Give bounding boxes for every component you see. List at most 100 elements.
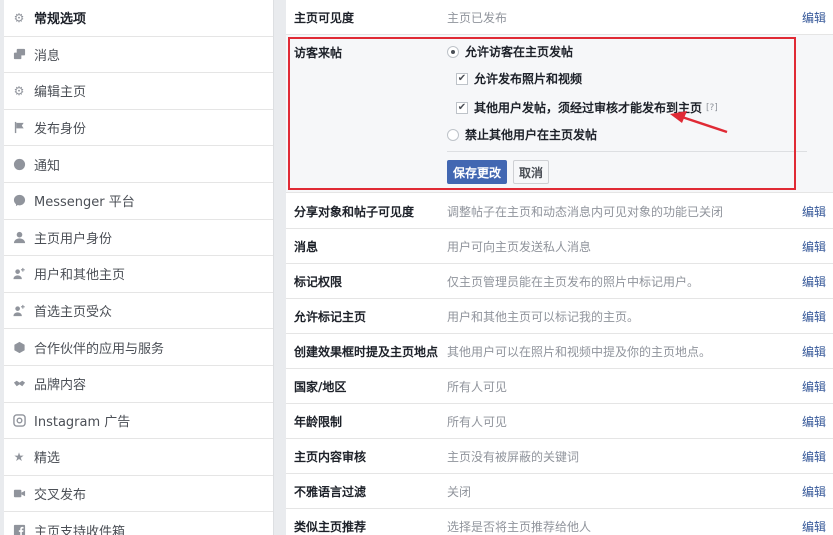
sidebar-item-support-inbox[interactable]: 主页支持收件箱 bbox=[4, 512, 273, 535]
people-icon bbox=[12, 267, 26, 281]
chat-icon bbox=[12, 47, 26, 61]
edit-link[interactable]: 编辑 bbox=[802, 203, 826, 220]
facebook-icon bbox=[12, 523, 26, 535]
sidebar-item-label: Instagram 广告 bbox=[34, 414, 131, 430]
person-icon bbox=[12, 230, 26, 244]
edit-link[interactable]: 编辑 bbox=[802, 448, 826, 465]
setting-row: 消息 用户可向主页发送私人消息 编辑 bbox=[286, 229, 833, 264]
review-posts-checkbox[interactable]: ✔ bbox=[456, 101, 468, 114]
sidebar-item-label: 发布身份 bbox=[34, 122, 87, 138]
help-icon[interactable]: [?] bbox=[706, 103, 718, 113]
edit-link[interactable]: 编辑 bbox=[802, 413, 826, 430]
option-label: 禁止其他用户在主页发帖 bbox=[465, 128, 598, 142]
flag-icon bbox=[12, 121, 26, 135]
setting-label: 访客来帖 bbox=[294, 46, 343, 60]
setting-row: 允许标记主页 用户和其他主页可以标记我的主页。 编辑 bbox=[286, 299, 833, 334]
edit-link[interactable]: 编辑 bbox=[802, 9, 826, 26]
setting-desc: 其他用户可以在照片和视频中提及你的主页地点。 bbox=[447, 344, 712, 359]
sidebar-item-instagram-ads[interactable]: Instagram 广告 bbox=[4, 403, 273, 440]
setting-label: 国家/地区 bbox=[294, 379, 347, 394]
disable-visitor-posts-option[interactable]: 禁止其他用户在主页发帖 bbox=[447, 126, 597, 143]
setting-row: 不雅语言过滤 关闭 编辑 bbox=[286, 474, 833, 509]
option-label: 其他用户发帖，须经过审核才能发布到主页 bbox=[474, 101, 703, 115]
sidebar-item-label: 常规选项 bbox=[34, 12, 87, 28]
sidebar-item-label: Messenger 平台 bbox=[34, 195, 135, 211]
sidebar-item-messenger[interactable]: Messenger 平台 bbox=[4, 183, 273, 220]
sidebar-item-label: 交叉发布 bbox=[34, 488, 87, 504]
setting-desc: 选择是否将主页推荐给他人 bbox=[447, 520, 592, 534]
setting-desc: 关闭 bbox=[447, 484, 472, 499]
setting-row: 类似主页推荐 选择是否将主页推荐给他人 编辑 bbox=[286, 509, 833, 535]
sidebar-item-branded-content[interactable]: 品牌内容 bbox=[4, 366, 273, 403]
sidebar-item-label: 精选 bbox=[34, 451, 61, 467]
setting-label: 分享对象和帖子可见度 bbox=[294, 204, 415, 219]
option-label: 允许发布照片和视频 bbox=[474, 72, 583, 86]
setting-row: 分享对象和帖子可见度 调整帖子在主页和动态消息内可见对象的功能已关闭 编辑 bbox=[286, 194, 833, 229]
video-icon bbox=[12, 487, 26, 501]
setting-label: 不雅语言过滤 bbox=[294, 484, 367, 499]
setting-label: 标记权限 bbox=[294, 274, 343, 289]
edit-link[interactable]: 编辑 bbox=[802, 238, 826, 255]
people-icon bbox=[12, 304, 26, 318]
setting-desc: 调整帖子在主页和动态消息内可见对象的功能已关闭 bbox=[447, 204, 724, 219]
allow-photos-videos-checkbox[interactable]: ✔ bbox=[456, 72, 468, 85]
setting-desc: 所有人可见 bbox=[447, 414, 508, 429]
setting-row: 标记权限 仅主页管理员能在主页发布的照片中标记用户。 编辑 bbox=[286, 264, 833, 299]
edit-link[interactable]: 编辑 bbox=[802, 273, 826, 290]
sidebar-item-crossposting[interactable]: 交叉发布 bbox=[4, 476, 273, 513]
sidebar-item-label: 品牌内容 bbox=[34, 378, 87, 394]
setting-row: 国家/地区 所有人可见 编辑 bbox=[286, 369, 833, 404]
sidebar-item-page-roles[interactable]: 主页用户身份 bbox=[4, 220, 273, 257]
cube-icon bbox=[12, 340, 26, 354]
divider bbox=[447, 151, 807, 152]
edit-link[interactable]: 编辑 bbox=[802, 308, 826, 325]
sidebar-item-people-pages[interactable]: 用户和其他主页 bbox=[4, 256, 273, 293]
edit-link[interactable]: 编辑 bbox=[802, 378, 826, 395]
sidebar-item-messages[interactable]: 消息 bbox=[4, 37, 273, 74]
sidebar-item-label: 消息 bbox=[34, 48, 61, 64]
edit-link[interactable]: 编辑 bbox=[802, 483, 826, 500]
star-icon: ★ bbox=[13, 449, 25, 464]
sidebar-item-label: 主页支持收件箱 bbox=[34, 524, 126, 535]
edit-link[interactable]: 编辑 bbox=[802, 518, 826, 535]
sidebar-item-partner-apps[interactable]: 合作伙伴的应用与服务 bbox=[4, 329, 273, 366]
sidebar-item-label: 通知 bbox=[34, 158, 61, 174]
sidebar-item-featured[interactable]: ★ 精选 bbox=[4, 439, 273, 476]
disable-visitor-posts-radio[interactable] bbox=[447, 128, 459, 141]
setting-row-page-visibility: 主页可见度 主页已发布 编辑 bbox=[286, 0, 833, 35]
option-label: 允许访客在主页发帖 bbox=[465, 45, 574, 59]
sidebar-item-publish-identity[interactable]: 发布身份 bbox=[4, 110, 273, 147]
sidebar-item-edit-page[interactable]: ⚙ 编辑主页 bbox=[4, 73, 273, 110]
gear-icon: ⚙ bbox=[13, 10, 25, 25]
setting-label: 允许标记主页 bbox=[294, 309, 367, 324]
handshake-icon bbox=[12, 377, 26, 391]
sidebar: ⚙ 常规选项 消息 ⚙ 编辑主页 发布身份 通知 Messenger 平台 主页… bbox=[4, 0, 274, 535]
review-posts-option[interactable]: ✔ 其他用户发帖，须经过审核才能发布到主页 [?] bbox=[456, 99, 718, 116]
cancel-button[interactable]: 取消 bbox=[513, 160, 549, 184]
setting-label: 年龄限制 bbox=[294, 414, 343, 429]
setting-desc: 仅主页管理员能在主页发布的照片中标记用户。 bbox=[447, 274, 700, 289]
setting-desc: 主页已发布 bbox=[447, 10, 508, 25]
sidebar-item-preferred-audience[interactable]: 首选主页受众 bbox=[4, 293, 273, 330]
setting-row: 主页内容审核 主页没有被屏蔽的关键词 编辑 bbox=[286, 439, 833, 474]
setting-row: 创建效果框时提及主页地点 其他用户可以在照片和视频中提及你的主页地点。 编辑 bbox=[286, 334, 833, 369]
allow-photos-videos-option[interactable]: ✔ 允许发布照片和视频 bbox=[456, 70, 582, 87]
sidebar-item-label: 合作伙伴的应用与服务 bbox=[34, 341, 165, 357]
sidebar-item-notifications[interactable]: 通知 bbox=[4, 146, 273, 183]
save-changes-button[interactable]: 保存更改 bbox=[447, 160, 507, 184]
visitor-posts-section: 访客来帖 允许访客在主页发帖 ✔ 允许发布照片和视频 ✔ 其他用户发帖，须经过审… bbox=[286, 35, 833, 193]
edit-link[interactable]: 编辑 bbox=[802, 343, 826, 360]
allow-visitor-posts-radio[interactable] bbox=[447, 45, 459, 58]
sidebar-item-label: 用户和其他主页 bbox=[34, 268, 126, 284]
setting-row: 年龄限制 所有人可见 编辑 bbox=[286, 404, 833, 439]
sidebar-item-label: 主页用户身份 bbox=[34, 231, 113, 247]
setting-desc: 所有人可见 bbox=[447, 379, 508, 394]
messenger-icon bbox=[12, 194, 26, 208]
setting-label: 主页可见度 bbox=[294, 10, 355, 25]
sidebar-item-general[interactable]: ⚙ 常规选项 bbox=[4, 0, 273, 37]
setting-desc: 主页没有被屏蔽的关键词 bbox=[447, 449, 580, 464]
sidebar-item-label: 编辑主页 bbox=[34, 85, 87, 101]
setting-label: 消息 bbox=[294, 239, 319, 254]
setting-desc: 用户可向主页发送私人消息 bbox=[447, 239, 592, 254]
allow-visitor-posts-option[interactable]: 允许访客在主页发帖 bbox=[447, 43, 573, 60]
